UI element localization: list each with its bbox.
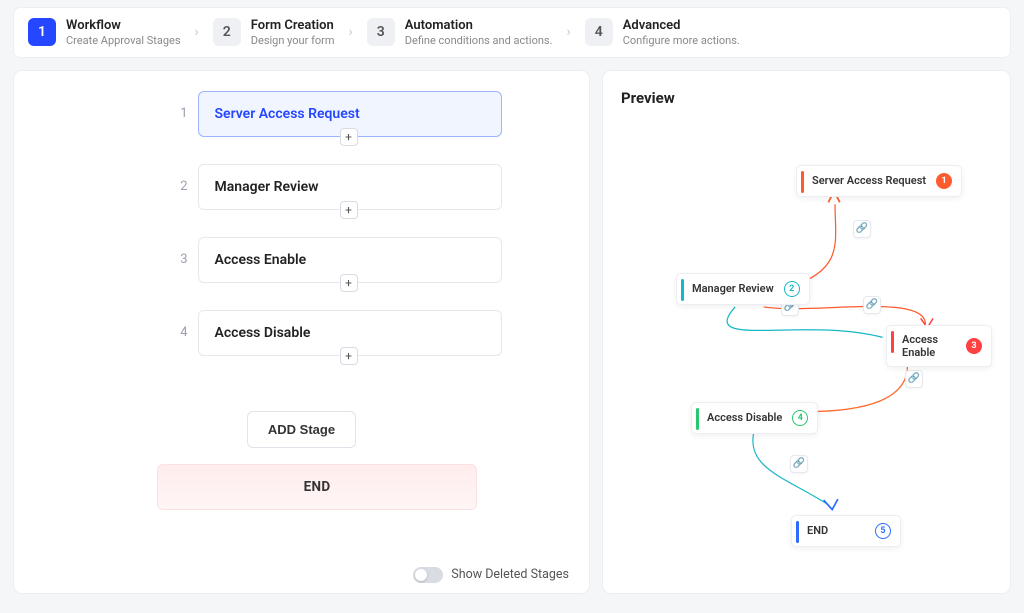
insert-stage-button[interactable]: + <box>340 201 358 219</box>
node-color-bar <box>891 331 894 353</box>
setup-stepper: 1 Workflow Create Approval Stages › 2 Fo… <box>14 8 1010 57</box>
stage-index: 3 <box>172 252 188 267</box>
preview-canvas[interactable]: 🔗 🔗 🔗 🔗 🔗 Server Access Request 1 Manage… <box>621 115 992 575</box>
stage-editor-panel: 1 Server Access Request + 2 Manager Revi… <box>14 71 589 593</box>
step-number: 3 <box>367 18 395 46</box>
node-label: Manager Review <box>688 282 774 295</box>
step-title: Workflow <box>66 18 181 34</box>
node-label: END <box>803 524 865 537</box>
node-label: Access Disable <box>703 411 782 424</box>
end-stage-box: END <box>157 464 477 510</box>
step-subtitle: Design your form <box>251 34 335 47</box>
insert-stage-button[interactable]: + <box>340 128 358 146</box>
step-workflow[interactable]: 1 Workflow Create Approval Stages <box>28 18 181 47</box>
step-title: Form Creation <box>251 18 335 34</box>
node-badge: 1 <box>936 173 952 189</box>
link-icon[interactable]: 🔗 <box>905 370 923 388</box>
preview-node-end[interactable]: END 5 <box>791 515 901 547</box>
step-advanced[interactable]: 4 Advanced Configure more actions. <box>585 18 740 47</box>
node-color-bar <box>681 279 684 301</box>
chevron-right-icon: › <box>567 24 571 40</box>
show-deleted-toggle[interactable] <box>413 567 443 583</box>
node-label: Server Access Request <box>808 174 926 187</box>
preview-title: Preview <box>621 89 992 107</box>
step-title: Automation <box>405 18 553 34</box>
step-subtitle: Configure more actions. <box>623 34 740 47</box>
step-title: Advanced <box>623 18 740 34</box>
step-automation[interactable]: 3 Automation Define conditions and actio… <box>367 18 553 47</box>
preview-node-access-enable[interactable]: Access Enable 3 <box>886 325 992 367</box>
link-icon[interactable]: 🔗 <box>790 455 808 473</box>
show-deleted-label: Show Deleted Stages <box>451 567 569 582</box>
chevron-right-icon: › <box>349 24 353 40</box>
chevron-right-icon: › <box>195 24 199 40</box>
node-badge: 5 <box>875 523 891 539</box>
add-stage-button[interactable]: ADD Stage <box>247 411 356 448</box>
step-number: 4 <box>585 18 613 46</box>
step-form-creation[interactable]: 2 Form Creation Design your form <box>213 18 335 47</box>
stage-index: 1 <box>172 106 188 121</box>
stage-index: 4 <box>172 325 188 340</box>
preview-node-manager-review[interactable]: Manager Review 2 <box>676 273 810 305</box>
link-icon[interactable]: 🔗 <box>863 296 881 314</box>
step-subtitle: Create Approval Stages <box>66 34 181 47</box>
node-color-bar <box>801 171 804 193</box>
insert-stage-button[interactable]: + <box>340 347 358 365</box>
step-number: 1 <box>28 18 56 46</box>
preview-node-access-disable[interactable]: Access Disable 4 <box>691 402 818 434</box>
insert-stage-button[interactable]: + <box>340 274 358 292</box>
preview-node-server-access-request[interactable]: Server Access Request 1 <box>796 165 962 197</box>
step-subtitle: Define conditions and actions. <box>405 34 553 47</box>
step-number: 2 <box>213 18 241 46</box>
node-badge: 4 <box>792 410 808 426</box>
preview-panel: Preview 🔗 <box>603 71 1010 593</box>
node-label: Access Enable <box>898 333 956 359</box>
node-badge: 3 <box>966 338 982 354</box>
node-badge: 2 <box>784 281 800 297</box>
link-icon[interactable]: 🔗 <box>853 220 871 238</box>
node-color-bar <box>796 521 799 543</box>
node-color-bar <box>696 408 699 430</box>
stage-index: 2 <box>172 179 188 194</box>
